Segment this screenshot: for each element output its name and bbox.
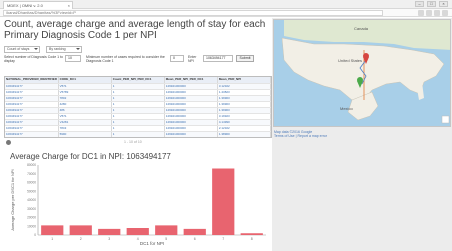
- sort-dropdown-value: By ranking: [49, 47, 66, 51]
- chart-title: Average Charge for DC1 in NPI: 106349417…: [10, 152, 171, 161]
- pager-info: 1 - 10 of 10: [124, 140, 142, 144]
- smiley-icon[interactable]: [442, 10, 448, 16]
- table-row[interactable]: 1063494177 5990 1 129921000000 1.38900: [5, 131, 271, 137]
- url-input[interactable]: /kanal/Dhanitas/Dhanitas/%3Fviewid=P: [3, 10, 383, 16]
- chart-bar[interactable]: [155, 225, 178, 235]
- gear-icon[interactable]: [434, 10, 440, 16]
- browser-tab[interactable]: MDEX | OMNI v. 2.0 ×: [3, 1, 73, 9]
- enter-npi-label: Enter NPI: [188, 55, 197, 63]
- chart-bar[interactable]: [41, 225, 64, 235]
- map-caption: Map data ©2016 Google Terms of Use | Rep…: [274, 130, 327, 138]
- y-tick-label: 40000: [27, 198, 36, 202]
- chart-panel: Average Charge for DC1 in NPI: 106349417…: [4, 149, 272, 248]
- npi-count-label: Select number of Diagnosis Code 1 to dis…: [4, 55, 63, 63]
- table-cell: 5990: [58, 131, 112, 137]
- min-cases-label: Minimum number of cases required to cons…: [86, 55, 165, 63]
- browser-tab-title: MDEX | OMNI v. 2.0: [7, 3, 43, 8]
- chart-bar[interactable]: [240, 233, 263, 235]
- column-header[interactable]: NATIONAL_PROVIDER_IDENTIFIER: [5, 77, 59, 84]
- close-window-button[interactable]: ×: [439, 1, 448, 7]
- map-label-mexico: Mexico: [340, 106, 353, 111]
- min-cases-input[interactable]: 0: [170, 55, 184, 62]
- table-cell: 1063494177: [5, 131, 59, 137]
- y-axis-label: Average Charge per DSC1 for NPI: [10, 169, 15, 230]
- table-cell: 1.38900: [217, 131, 271, 137]
- x-tick-label: 7: [222, 237, 224, 241]
- x-tick-label: 4: [137, 237, 139, 241]
- y-tick-label: 30000: [27, 207, 36, 211]
- table-cell: 1: [111, 131, 165, 137]
- x-tick-label: 2: [80, 237, 82, 241]
- metric-dropdown[interactable]: Count of stays: [4, 46, 40, 53]
- map-terms-link[interactable]: Terms of Use | Report a map error: [274, 134, 327, 138]
- x-axis-label: DC1 for NPI: [140, 241, 164, 246]
- y-tick-label: 50000: [27, 189, 36, 193]
- y-tick-label: 80000: [27, 163, 36, 167]
- window-controls: – □ ×: [415, 1, 448, 8]
- right-panel: United States Mexico Canada Map data ©20…: [272, 18, 452, 251]
- left-panel: Count, average charge and average length…: [2, 18, 272, 248]
- table-cell: 129921000000: [164, 131, 218, 137]
- chart-bar[interactable]: [183, 228, 206, 235]
- y-tick-label: 20000: [27, 216, 36, 220]
- close-icon[interactable]: ×: [68, 2, 70, 9]
- browser-toolbar: [418, 10, 448, 16]
- gear-icon[interactable]: [6, 140, 11, 145]
- metric-dropdown-value: Count of stays: [7, 47, 30, 51]
- table-header-row: NATIONAL_PROVIDER_IDENTIFIER CODE_DC1 Co…: [5, 77, 271, 84]
- grid-footer: 1 - 10 of 10: [4, 139, 272, 147]
- x-tick-label: 1: [51, 237, 53, 241]
- chevron-down-icon: [34, 48, 38, 50]
- chart-bar[interactable]: [212, 168, 235, 236]
- maximize-button[interactable]: □: [427, 1, 436, 7]
- x-tick-label: 6: [194, 237, 196, 241]
- submit-button[interactable]: Submit: [236, 55, 254, 62]
- map-label-us: United States: [338, 58, 362, 63]
- address-bar: /kanal/Dhanitas/Dhanitas/%3Fviewid=P: [0, 9, 452, 17]
- y-tick-label: 70000: [27, 172, 36, 176]
- dc1-count-input[interactable]: 10: [65, 55, 81, 62]
- page-title: Count, average charge and average length…: [4, 19, 266, 41]
- home-icon[interactable]: [418, 10, 424, 16]
- chart-bar[interactable]: [69, 225, 92, 235]
- x-tick-label: 5: [165, 237, 167, 241]
- y-tick-label: 10000: [27, 224, 36, 228]
- results-grid: NATIONAL_PROVIDER_IDENTIFIER CODE_DC1 Co…: [4, 76, 272, 138]
- x-tick-label: 3: [108, 237, 110, 241]
- chart-bar[interactable]: [98, 228, 121, 235]
- sort-dropdown[interactable]: By ranking: [46, 46, 82, 53]
- chevron-down-icon: [76, 48, 80, 50]
- minimize-button[interactable]: –: [415, 1, 424, 7]
- star-icon[interactable]: [426, 10, 432, 16]
- map-label-canada: Canada: [354, 26, 369, 31]
- chart-bar[interactable]: [126, 228, 149, 235]
- browser-tab-bar: MDEX | OMNI v. 2.0 × – □ ×: [0, 0, 452, 9]
- x-tick-label: 8: [251, 237, 253, 241]
- y-tick-label: 0: [34, 233, 36, 237]
- y-tick-label: 60000: [27, 181, 36, 185]
- zoom-button[interactable]: [441, 115, 450, 124]
- map-graphic: United States Mexico Canada: [274, 20, 450, 126]
- map-view[interactable]: United States Mexico Canada: [273, 19, 451, 127]
- bar-chart: Average Charge for DC1 in NPI: 106349417…: [10, 152, 266, 246]
- npi-input[interactable]: 1063494177: [203, 55, 233, 62]
- results-table: NATIONAL_PROVIDER_IDENTIFIER CODE_DC1 Co…: [5, 77, 271, 137]
